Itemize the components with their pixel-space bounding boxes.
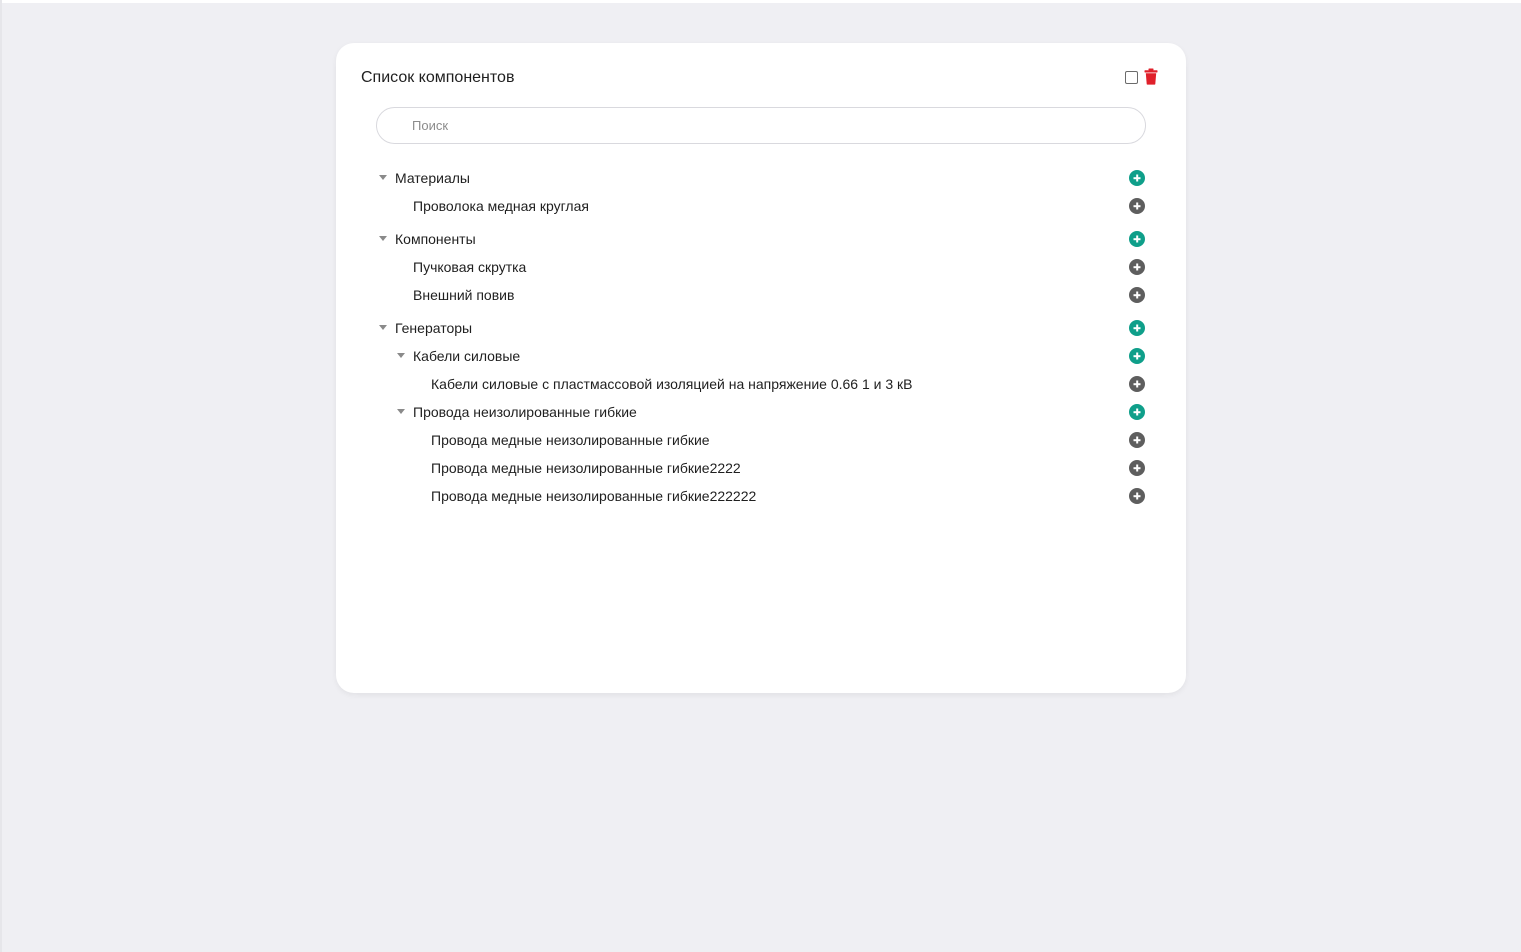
tree-leaf: Пучковая скрутка <box>376 253 1146 281</box>
panel-title: Список компонентов <box>361 69 515 86</box>
tree-node-materials: Материалы <box>376 164 1146 192</box>
tree-leaf-label[interactable]: Проволока медная круглая <box>413 192 589 220</box>
top-strip <box>0 0 1521 3</box>
delete-button[interactable] <box>1144 68 1158 85</box>
tree-leaf: Провода медные неизолированные гибкие <box>376 426 1146 454</box>
add-child-button[interactable] <box>1129 320 1145 336</box>
tree-leaf-label[interactable]: Провода медные неизолированные гибкие222… <box>431 482 756 510</box>
tree-node-generators: Генераторы <box>376 314 1146 342</box>
tree-leaf: Кабели силовые с пластмассовой изоляцией… <box>376 370 1146 398</box>
tree-node-label[interactable]: Генераторы <box>395 314 472 342</box>
add-item-button[interactable] <box>1129 376 1145 392</box>
tree-leaf: Проволока медная круглая <box>376 192 1146 220</box>
expand-caret-icon[interactable] <box>379 236 387 241</box>
component-tree: Материалы Проволока медная круглая Компо… <box>376 164 1146 510</box>
tree-leaf: Внешний повив <box>376 281 1146 309</box>
tree-leaf-label[interactable]: Внешний повив <box>413 281 514 309</box>
panel-header: Список компонентов <box>361 67 1158 89</box>
left-strip <box>0 0 2 952</box>
expand-caret-icon[interactable] <box>379 325 387 330</box>
add-child-button[interactable] <box>1129 170 1145 186</box>
add-item-button[interactable] <box>1129 432 1145 448</box>
tree-node-label[interactable]: Кабели силовые <box>413 342 520 370</box>
tree-leaf-label[interactable]: Провода медные неизолированные гибкие222… <box>431 454 741 482</box>
tree-node-label[interactable]: Материалы <box>395 164 470 192</box>
components-panel: Список компонентов Материалы Проволока м… <box>336 43 1186 693</box>
add-child-button[interactable] <box>1129 404 1145 420</box>
expand-caret-icon[interactable] <box>397 409 405 414</box>
add-item-button[interactable] <box>1129 460 1145 476</box>
tree-node-label[interactable]: Компоненты <box>395 225 476 253</box>
tree-node-label[interactable]: Провода неизолированные гибкие <box>413 398 637 426</box>
tree-node-power-cables: Кабели силовые <box>376 342 1146 370</box>
tree-leaf-label[interactable]: Пучковая скрутка <box>413 253 526 281</box>
tree-node-bare-wires: Провода неизолированные гибкие <box>376 398 1146 426</box>
expand-caret-icon[interactable] <box>379 175 387 180</box>
add-child-button[interactable] <box>1129 231 1145 247</box>
add-item-button[interactable] <box>1129 287 1145 303</box>
trash-icon <box>1144 68 1158 85</box>
search-box <box>376 107 1146 144</box>
tree-node-components: Компоненты <box>376 225 1146 253</box>
search-input[interactable] <box>412 108 1112 143</box>
add-item-button[interactable] <box>1129 198 1145 214</box>
tree-leaf: Провода медные неизолированные гибкие222… <box>376 454 1146 482</box>
tree-leaf-label[interactable]: Кабели силовые с пластмассовой изоляцией… <box>431 370 912 398</box>
tree-leaf-label[interactable]: Провода медные неизолированные гибкие <box>431 426 710 454</box>
tree-leaf: Провода медные неизолированные гибкие222… <box>376 482 1146 510</box>
add-item-button[interactable] <box>1129 488 1145 504</box>
expand-caret-icon[interactable] <box>397 353 405 358</box>
select-all-checkbox[interactable] <box>1125 71 1138 84</box>
add-child-button[interactable] <box>1129 348 1145 364</box>
add-item-button[interactable] <box>1129 259 1145 275</box>
